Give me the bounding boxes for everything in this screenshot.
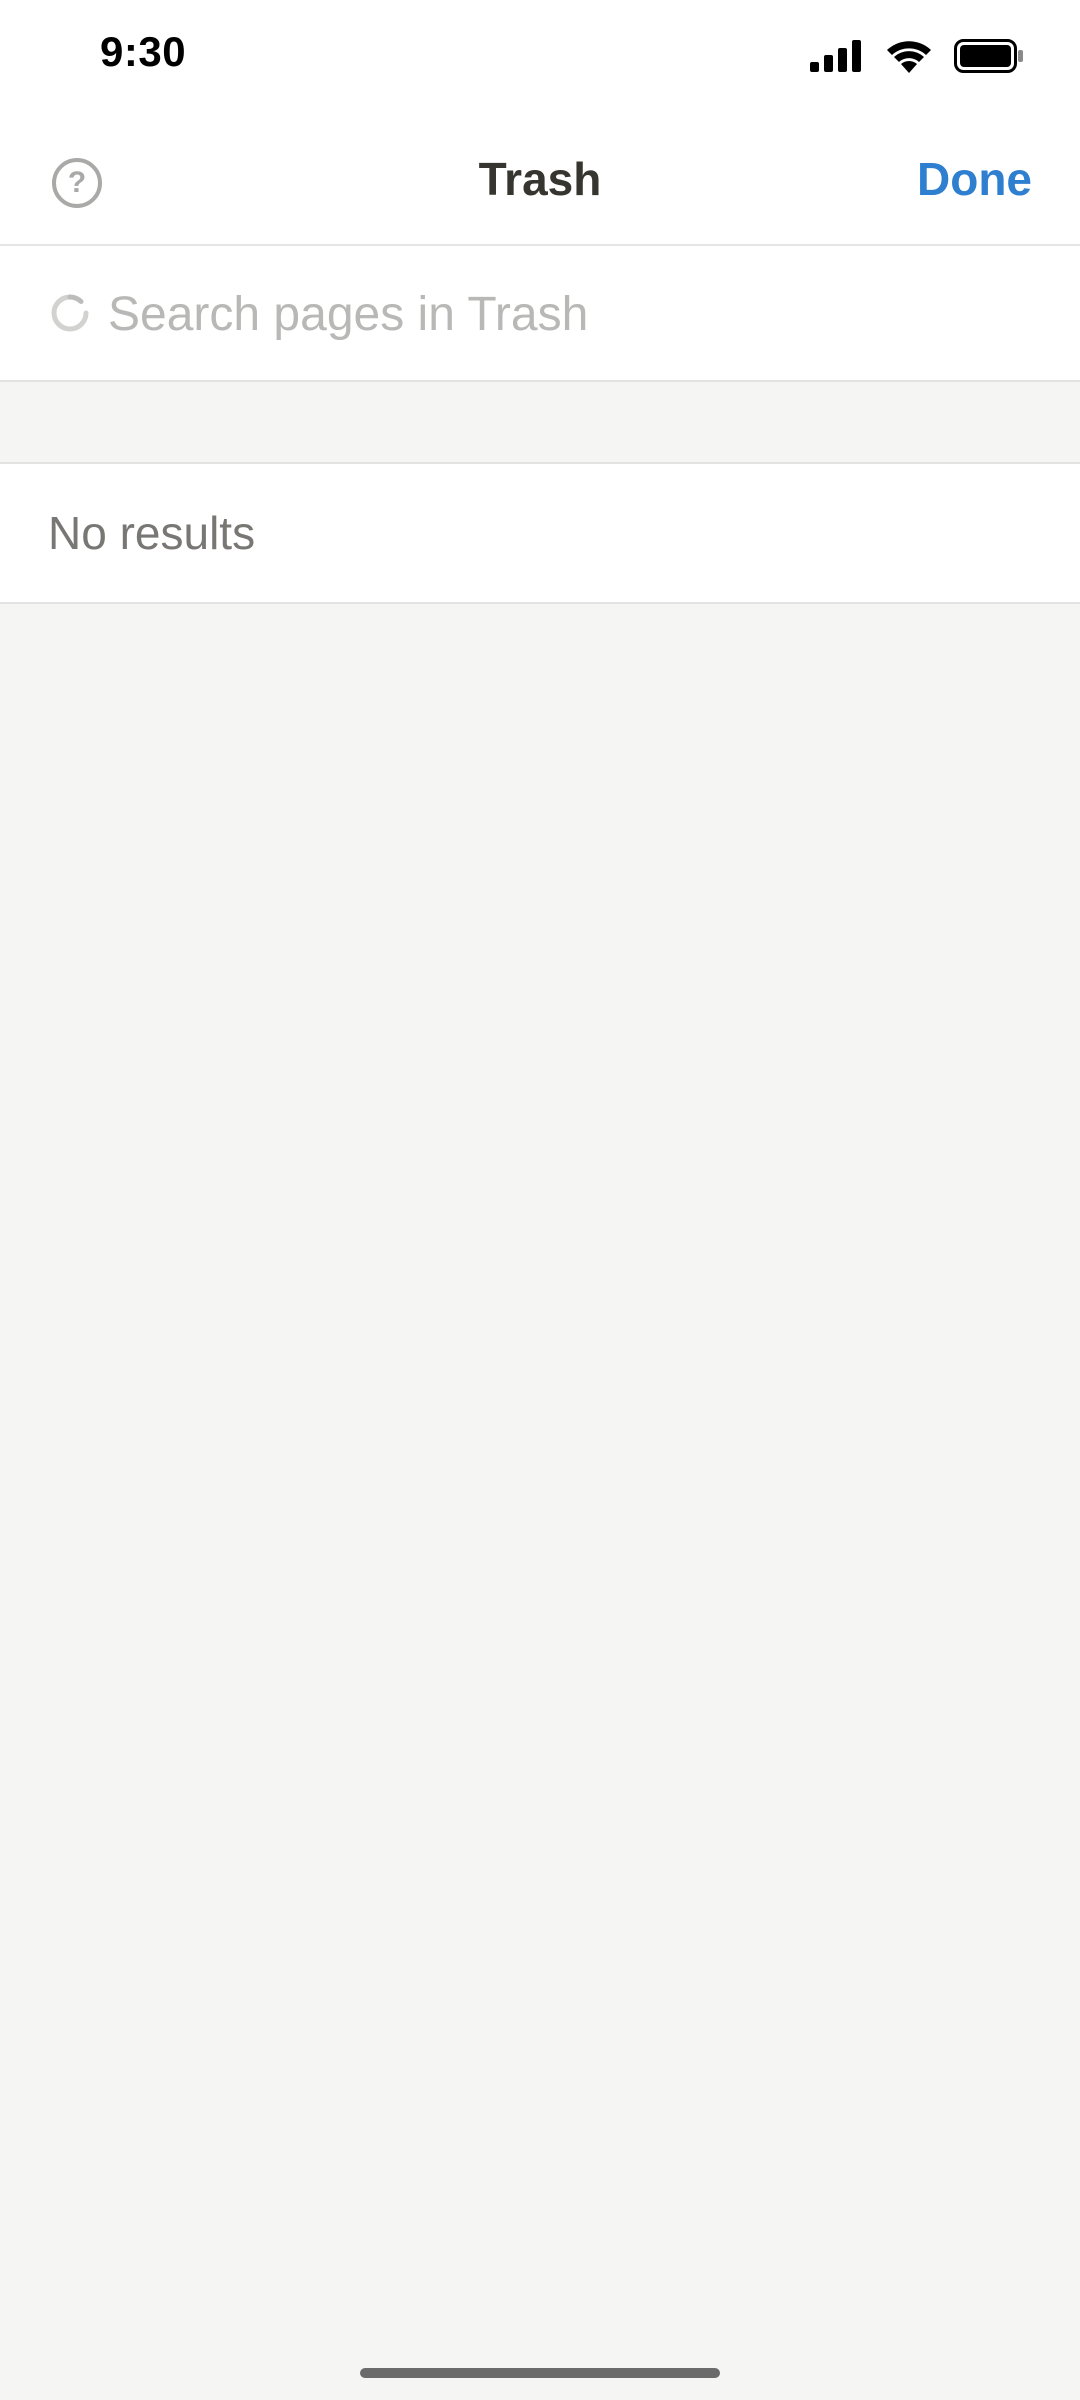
- battery-icon: [954, 39, 1023, 73]
- loading-spinner-icon: [51, 294, 89, 332]
- done-button[interactable]: Done: [917, 152, 1032, 206]
- no-results-text: No results: [48, 507, 256, 559]
- status-time: 9:30: [100, 28, 187, 75]
- status-icons: [810, 36, 1024, 76]
- status-bar: 9:30: [0, 0, 1080, 112]
- navigation-bar: ? Trash Done: [0, 112, 1080, 246]
- wifi-icon: [887, 41, 931, 73]
- search-input[interactable]: [108, 284, 1008, 344]
- cellular-signal-icon: [810, 40, 861, 72]
- results-list: No results: [0, 464, 1080, 604]
- home-indicator[interactable]: [360, 2368, 720, 2378]
- section-spacer: [0, 382, 1080, 464]
- search-bar: [0, 246, 1080, 382]
